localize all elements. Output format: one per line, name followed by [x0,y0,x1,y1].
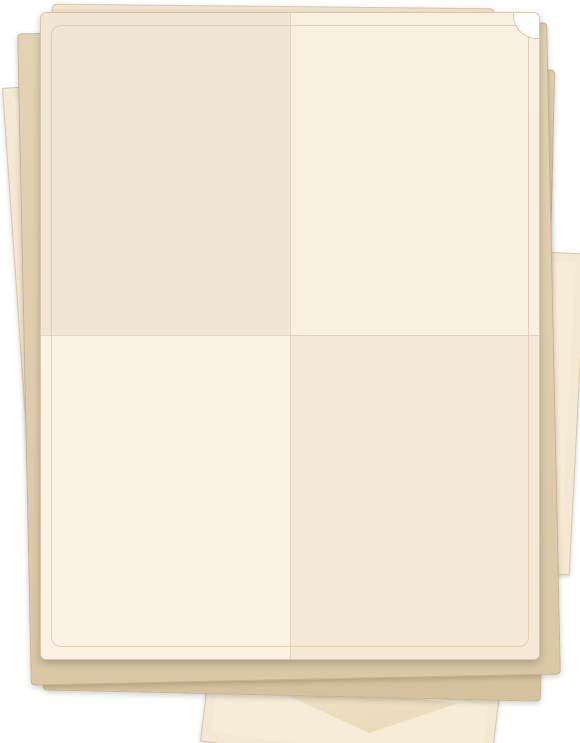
letter-panel-top-left [41,13,290,335]
letter-panel-bottom-right [290,335,539,659]
folded-letter [40,12,540,660]
vertical-fold-line [290,13,291,659]
horizontal-fold-line [41,335,539,336]
letter-panel-bottom-left [41,335,290,659]
letter-stack-illustration [0,0,580,743]
letter-panel-top-right [290,13,539,335]
